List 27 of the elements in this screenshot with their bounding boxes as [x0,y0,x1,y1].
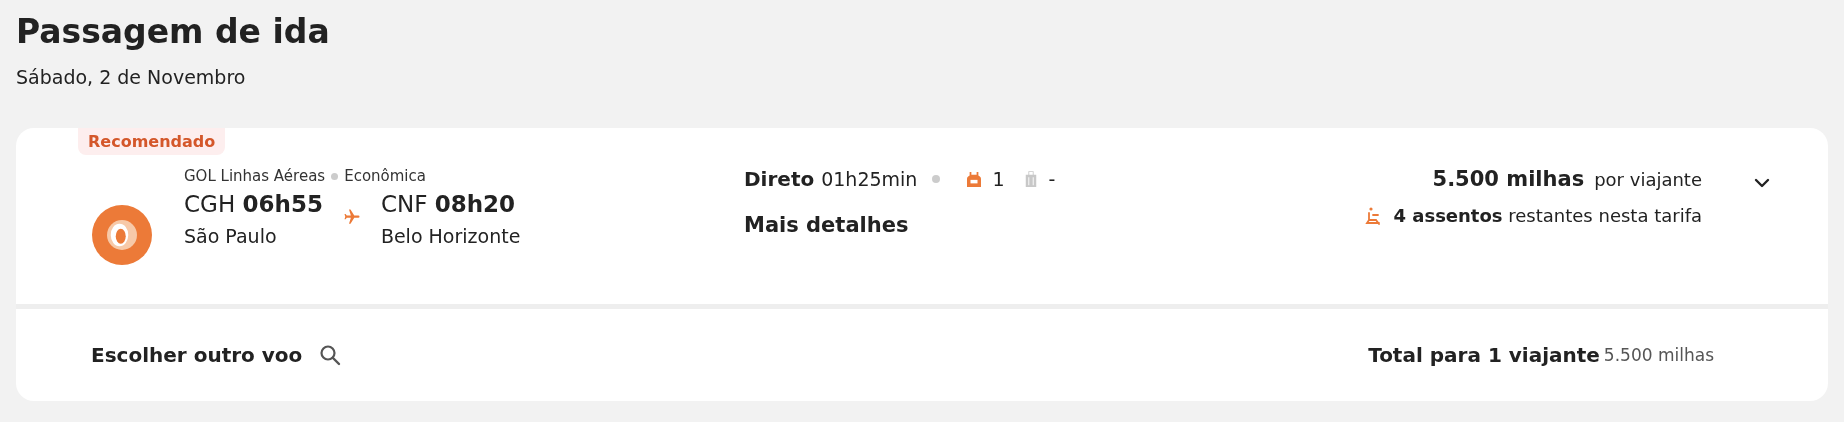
seats-remaining: 4 assentos restantes nesta tarifa [1393,205,1702,226]
airline-logo-icon [92,205,152,265]
city-name: Belo Horizonte [380,225,521,247]
date-subtitle: Sábado, 2 de Novembro [16,66,247,88]
bag-count: - [1048,168,1056,190]
city-name: São Paulo [184,225,278,247]
cabin-class: Econômica [344,167,426,185]
bag-count: 1 [992,168,1005,190]
total-value: 5.500 milhas [1603,345,1714,365]
airport-code: CNF [380,191,428,217]
total-label: Total para 1 viajante [1368,343,1600,367]
flight-duration: 01h25min [821,168,918,190]
search-icon[interactable] [318,343,343,367]
recommended-badge: Recomendado [78,128,226,155]
page-title: Passagem de ida [16,11,331,53]
airline-name: GOL Linhas Aéreas [184,167,326,185]
price-value: 5.500 milhas [1432,167,1585,191]
choose-other-flight-link[interactable]: Escolher outro voo [91,343,303,367]
airplane-icon [342,208,361,226]
airport-code: CGH [184,191,236,217]
departure-time: 06h55 [242,191,323,217]
price-unit: por viajante [1594,169,1702,190]
arrival-time: 08h20 [434,191,516,217]
stops-label: Direto [744,167,815,191]
more-details-link[interactable]: Mais detalhes [744,213,1366,237]
separator-dot [932,175,941,183]
separator-dot [331,172,339,180]
